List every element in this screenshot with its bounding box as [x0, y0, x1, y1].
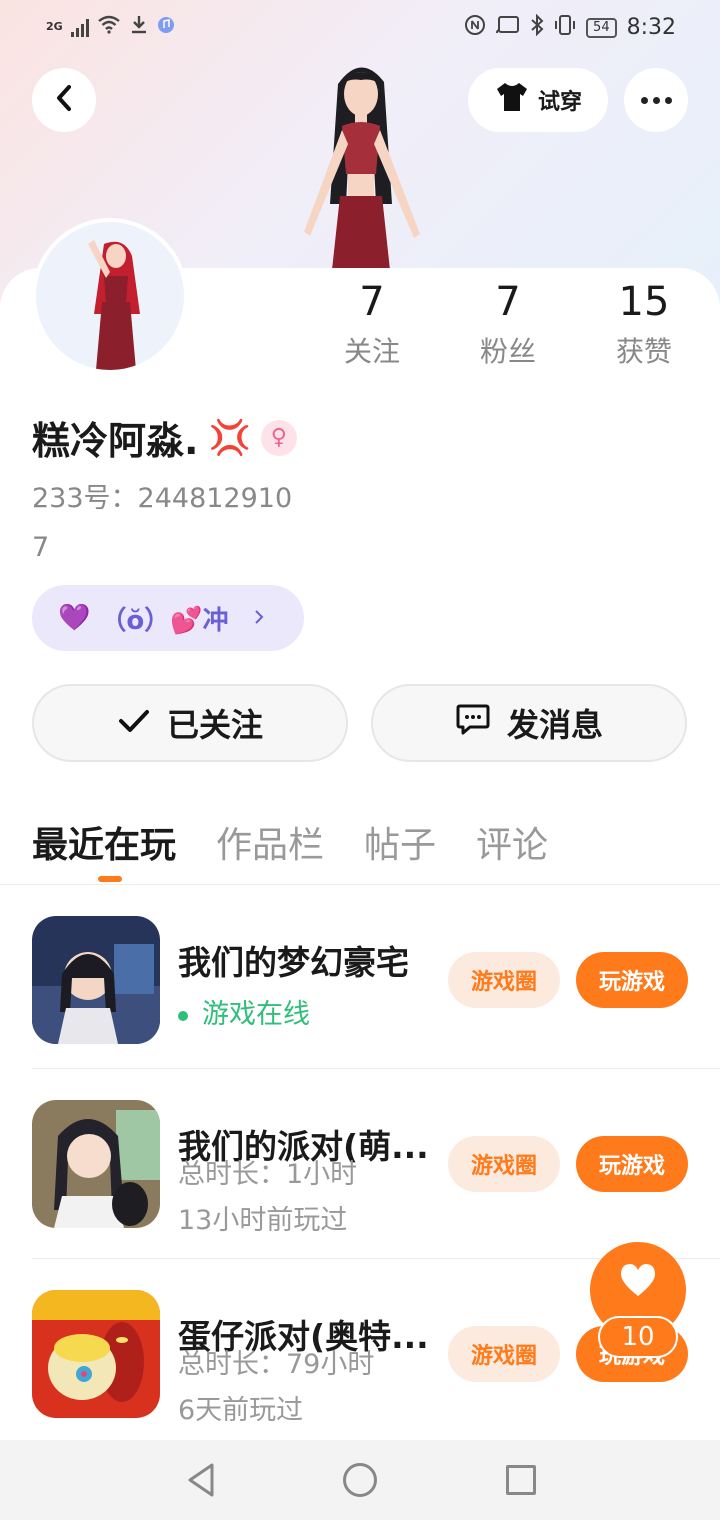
status-bar: 2G 54 8:32	[0, 0, 720, 56]
checkmark-icon	[117, 704, 151, 742]
tab-works[interactable]: 作品栏	[216, 816, 324, 868]
user-bio: 7	[32, 532, 50, 563]
music-app-icon	[157, 15, 175, 39]
vibrate-icon	[554, 14, 576, 41]
stat-fans[interactable]: 7 粉丝	[448, 278, 568, 370]
active-tab-indicator	[98, 876, 122, 882]
game-online-status: 游戏在线	[178, 992, 310, 1031]
game-total-time: 总时长：79小时	[178, 1349, 375, 1380]
wifi-icon	[97, 14, 121, 39]
game-icon-our-party	[32, 1100, 160, 1228]
game-row[interactable]: 我们的派对(萌... 总时长：1小时 13小时前玩过 游戏圈 玩游戏	[32, 1100, 720, 1260]
chat-bubble-icon	[455, 702, 491, 744]
game-circle-button[interactable]: 游戏圈	[448, 1326, 560, 1382]
try-on-button[interactable]: 试穿	[468, 68, 608, 132]
game-circle-button[interactable]: 游戏圈	[448, 1136, 560, 1192]
stat-following-count: 7	[359, 279, 385, 325]
tshirt-icon	[494, 81, 530, 119]
user-id: 233号：244812910	[32, 483, 293, 514]
nav-recents-icon[interactable]	[506, 1465, 536, 1495]
tab-recently-played[interactable]: 最近在玩	[32, 816, 176, 868]
network-type: 2G	[46, 20, 63, 33]
female-gender-icon: ♀	[260, 419, 297, 456]
back-button[interactable]	[32, 68, 96, 132]
stat-likes-label: 获赞	[615, 335, 672, 368]
profile-tabs: 最近在玩 作品栏 帖子 评论	[32, 816, 548, 868]
follow-label: 已关注	[166, 706, 263, 744]
cast-icon	[496, 15, 520, 40]
try-on-label: 试穿	[537, 90, 582, 115]
username-row: 糕冷阿淼. 💢 ♀	[32, 410, 297, 465]
play-game-button[interactable]: 玩游戏	[576, 952, 688, 1008]
send-message-label: 发消息	[506, 706, 603, 744]
chevron-right-icon	[253, 603, 265, 633]
game-icon-eggy-party	[32, 1290, 160, 1418]
username: 糕冷阿淼.	[32, 419, 199, 463]
game-icon-dream-mansion	[32, 916, 160, 1044]
bluetooth-icon	[530, 13, 544, 41]
game-online-text: 游戏在线	[202, 999, 310, 1030]
game-total-time: 总时长：1小时	[178, 1159, 358, 1190]
game-last-played: 6天前玩过	[178, 1395, 304, 1426]
battery-indicator: 54	[586, 17, 617, 38]
stat-likes[interactable]: 15 获赞	[584, 278, 704, 370]
nav-back-icon[interactable]	[186, 1462, 216, 1502]
tab-posts[interactable]: 帖子	[364, 816, 436, 868]
follow-button[interactable]: 已关注	[32, 684, 348, 762]
relationship-tag-chip[interactable]: 💜 （ŏ）💕冲	[32, 585, 304, 651]
game-row[interactable]: 我们的梦幻豪宅 游戏在线 游戏圈 玩游戏	[32, 916, 720, 1076]
signal-icon	[70, 17, 89, 37]
play-game-button[interactable]: 玩游戏	[576, 1136, 688, 1192]
stat-likes-count: 15	[618, 279, 670, 325]
download-icon	[129, 14, 149, 39]
chevron-left-icon	[53, 83, 75, 117]
system-nav-bar	[0, 1440, 720, 1520]
online-dot-icon	[178, 1010, 188, 1021]
anger-emoji: 💢	[208, 417, 251, 458]
stat-fans-label: 粉丝	[479, 335, 536, 368]
tabs-divider	[0, 884, 720, 885]
game-last-played: 13小时前玩过	[178, 1205, 348, 1236]
game-title: 我们的梦幻豪宅	[178, 943, 409, 982]
tab-comments[interactable]: 评论	[476, 816, 548, 868]
stat-following[interactable]: 7 关注	[312, 278, 432, 370]
stat-fans-count: 7	[495, 279, 521, 325]
relationship-tag-label: （ŏ）💕冲	[100, 605, 229, 636]
nfc-icon	[464, 14, 486, 41]
game-circle-button[interactable]: 游戏圈	[448, 952, 560, 1008]
more-dots-icon	[640, 96, 672, 104]
dressup-character-image	[276, 54, 446, 270]
purple-heart-icon: 💜	[58, 603, 91, 633]
row-divider	[32, 1068, 720, 1069]
avatar[interactable]	[32, 218, 188, 374]
like-count-badge: 10	[598, 1316, 678, 1358]
nav-home-icon[interactable]	[343, 1463, 377, 1497]
send-message-button[interactable]: 发消息	[371, 684, 687, 762]
more-options-button[interactable]	[624, 68, 688, 132]
stat-following-label: 关注	[343, 335, 400, 368]
clock: 8:32	[626, 15, 676, 40]
heart-icon	[618, 1262, 658, 1302]
